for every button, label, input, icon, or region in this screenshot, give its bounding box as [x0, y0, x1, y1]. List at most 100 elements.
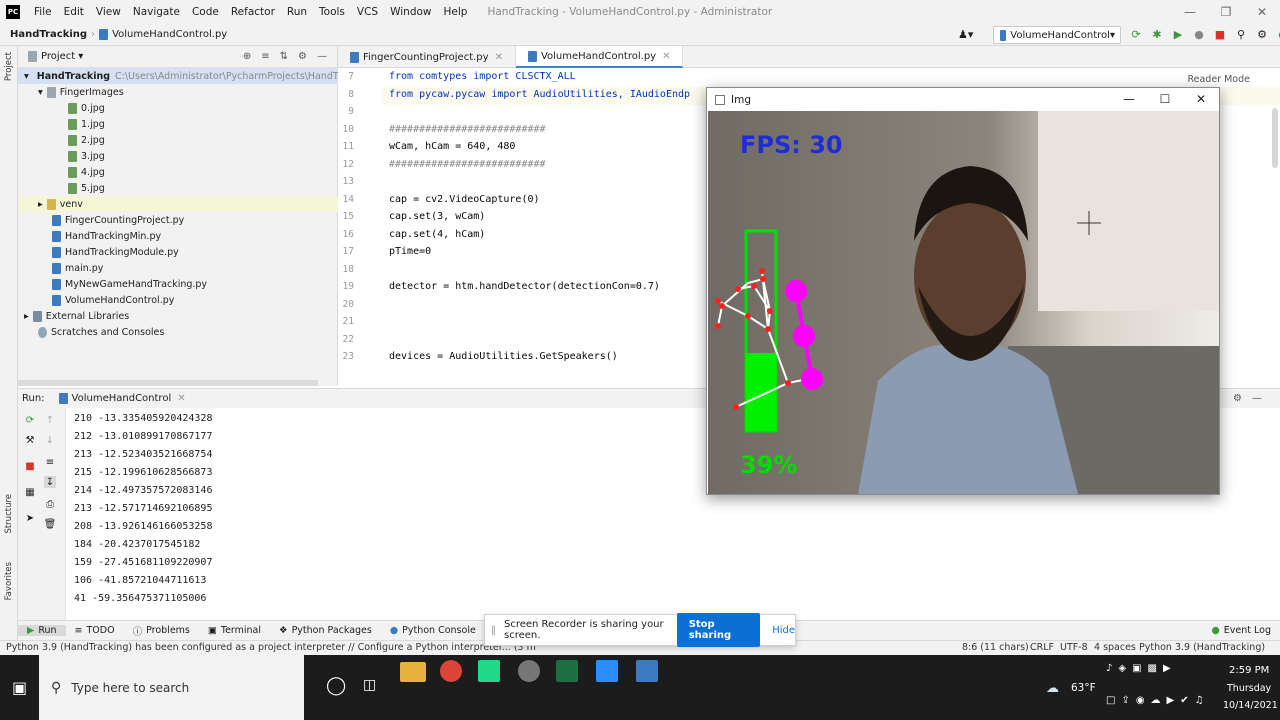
- run-config-tab[interactable]: VolumeHandControl: [72, 393, 172, 404]
- vertical-scrollbar[interactable]: [1272, 108, 1278, 168]
- soft-wrap-icon[interactable]: ≡: [44, 456, 56, 468]
- tree-item-fingerimages[interactable]: ▾ FingerImages: [18, 84, 338, 100]
- close-icon[interactable]: ✕: [177, 393, 185, 404]
- tab-python-console[interactable]: ● Python Console: [381, 625, 485, 636]
- tab-volumehandcontrol[interactable]: VolumeHandControl.py ✕: [515, 46, 684, 68]
- structure-tool-label[interactable]: Structure: [4, 494, 14, 534]
- close-icon[interactable]: ✕: [495, 52, 503, 63]
- arrow-down-icon[interactable]: ↓: [44, 434, 56, 446]
- layout-icon[interactable]: ▦: [24, 486, 36, 498]
- stop-sharing-button[interactable]: Stop sharing: [676, 613, 761, 647]
- pycharm-taskbar-icon[interactable]: [478, 660, 500, 682]
- gear-icon[interactable]: ⚙: [1256, 27, 1268, 41]
- profile-icon[interactable]: ●: [1193, 27, 1205, 41]
- menu-edit[interactable]: Edit: [58, 6, 90, 18]
- tab-problems[interactable]: ⓘ Problems: [124, 624, 199, 638]
- cortana-icon[interactable]: ◯: [326, 675, 346, 696]
- trash-icon[interactable]: 🗑: [44, 518, 57, 530]
- tree-item-scratches[interactable]: Scratches and Consoles: [18, 324, 338, 340]
- stop-icon[interactable]: ■: [24, 460, 36, 472]
- task-view-icon[interactable]: ◫: [363, 677, 376, 693]
- tree-item-file[interactable]: HandTrackingModule.py: [18, 244, 338, 260]
- project-panel-title[interactable]: Project: [41, 51, 75, 62]
- tab-todo[interactable]: ≡ TODO: [66, 625, 124, 636]
- breadcrumb-project[interactable]: HandTracking: [0, 29, 87, 40]
- tree-item-file[interactable]: HandTrackingMin.py: [18, 228, 338, 244]
- debug-icon[interactable]: ✱: [1151, 27, 1163, 41]
- menu-vcs[interactable]: VCS: [351, 6, 384, 18]
- minimize-icon[interactable]: —: [1172, 0, 1208, 24]
- tree-item-file[interactable]: 4.jpg: [18, 164, 338, 180]
- img-window[interactable]: Img — ☐ ✕ FPS: 30 39%: [706, 87, 1220, 495]
- restore-icon[interactable]: ❐: [1208, 0, 1244, 24]
- panel-action-icons[interactable]: ⊕≡⇅⚙—: [243, 51, 337, 62]
- taskbar-search-box[interactable]: ⚲ Type here to search: [39, 655, 304, 720]
- menu-file[interactable]: File: [28, 6, 58, 18]
- tree-item-file[interactable]: 0.jpg: [18, 100, 338, 116]
- tab-event-log[interactable]: ● Event Log: [1203, 625, 1280, 636]
- cursor-position[interactable]: 8:6 (11 chars): [962, 642, 1029, 653]
- zoom-icon[interactable]: [596, 660, 618, 682]
- reader-mode-toggle[interactable]: Reader Mode: [1187, 74, 1250, 85]
- tree-item-file[interactable]: VolumeHandControl.py: [18, 292, 338, 308]
- scroll-to-end-icon[interactable]: ↧: [44, 476, 56, 488]
- tree-item-file[interactable]: 3.jpg: [18, 148, 338, 164]
- app-icon[interactable]: [518, 660, 540, 682]
- hide-button[interactable]: Hide: [772, 625, 795, 636]
- tree-item-file[interactable]: main.py: [18, 260, 338, 276]
- pin-icon[interactable]: ➤: [24, 512, 36, 524]
- minimize-icon[interactable]: —: [1111, 88, 1147, 110]
- rerun-icon[interactable]: ⟳: [24, 414, 36, 426]
- tree-item-file[interactable]: 1.jpg: [18, 116, 338, 132]
- file-explorer-icon[interactable]: [400, 662, 426, 682]
- menu-view[interactable]: View: [90, 6, 127, 18]
- python-interpreter[interactable]: Python 3.9 (HandTracking): [1139, 642, 1265, 653]
- run-panel-actions[interactable]: ⚙—: [1233, 393, 1272, 404]
- rerun-icon[interactable]: ⟳: [1130, 27, 1142, 41]
- breadcrumb-file[interactable]: VolumeHandControl.py: [112, 29, 227, 40]
- menu-tools[interactable]: Tools: [313, 6, 351, 18]
- tree-item-file[interactable]: FingerCountingProject.py: [18, 212, 338, 228]
- run-config-select[interactable]: VolumeHandControl ▾: [993, 26, 1121, 44]
- menu-code[interactable]: Code: [186, 6, 225, 18]
- tree-item-external-libraries[interactable]: ▸ External Libraries: [18, 308, 338, 324]
- print-icon[interactable]: ⎙: [44, 498, 56, 510]
- tab-python-packages[interactable]: ❖ Python Packages: [270, 625, 381, 636]
- tree-item-venv[interactable]: ▸ venv: [18, 196, 338, 212]
- close-icon[interactable]: ✕: [1183, 88, 1219, 110]
- tree-item-file[interactable]: 2.jpg: [18, 132, 338, 148]
- search-icon[interactable]: ⚲: [1235, 27, 1247, 41]
- favorites-tool-label[interactable]: Favorites: [4, 562, 14, 600]
- menu-help[interactable]: Help: [438, 6, 474, 18]
- tray-icons-row1[interactable]: ♪◈▣▩▶: [1106, 663, 1177, 674]
- temperature[interactable]: 63°F: [1071, 682, 1096, 694]
- tree-item-file[interactable]: MyNewGameHandTracking.py: [18, 276, 338, 292]
- horizontal-scrollbar[interactable]: [18, 380, 318, 386]
- stop-icon[interactable]: ■: [1214, 27, 1226, 41]
- windows-start-icon[interactable]: ▣: [12, 678, 27, 697]
- menu-window[interactable]: Window: [384, 6, 437, 18]
- tree-item-file[interactable]: 5.jpg: [18, 180, 338, 196]
- file-encoding[interactable]: UTF-8: [1060, 642, 1088, 653]
- close-icon[interactable]: ✕: [662, 51, 670, 62]
- clock-time[interactable]: 2:59 PM: [1229, 665, 1269, 676]
- menu-refactor[interactable]: Refactor: [225, 6, 281, 18]
- tab-terminal[interactable]: ▣ Terminal: [199, 625, 270, 636]
- tree-root[interactable]: ▾ HandTracking C:\Users\Administrator\Py…: [18, 68, 358, 84]
- project-tool-label[interactable]: Project: [4, 52, 14, 81]
- indent-setting[interactable]: 4 spaces: [1094, 642, 1136, 653]
- excel-icon[interactable]: [556, 660, 578, 682]
- status-message[interactable]: Python 3.9 (HandTracking) has been confi…: [6, 642, 536, 653]
- close-icon[interactable]: ✕: [1244, 0, 1280, 24]
- drag-handle-icon[interactable]: ‖: [491, 625, 496, 636]
- tab-run[interactable]: ▶ Run: [18, 625, 66, 636]
- maximize-icon[interactable]: ☐: [1147, 88, 1183, 110]
- tray-icons-row2[interactable]: □⇪◉☁▶✔♫: [1106, 695, 1210, 706]
- arrow-up-icon[interactable]: ↑: [44, 414, 56, 426]
- line-separator[interactable]: CRLF: [1030, 642, 1054, 653]
- python-icon[interactable]: [636, 660, 658, 682]
- coverage-icon[interactable]: ▶: [1172, 27, 1184, 41]
- chrome-icon[interactable]: [440, 660, 462, 682]
- wrench-icon[interactable]: ⚒: [24, 434, 36, 446]
- tab-fingercountingproject[interactable]: FingerCountingProject.py ✕: [338, 46, 516, 68]
